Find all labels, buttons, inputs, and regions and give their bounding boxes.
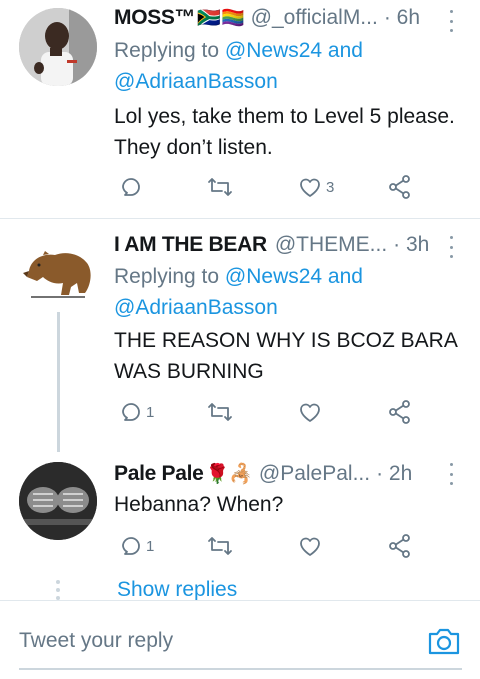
retweet-icon	[208, 537, 232, 555]
mention-link[interactable]: @AdriaanBasson	[114, 70, 278, 93]
like-button[interactable]: 3	[297, 172, 334, 202]
timestamp[interactable]: · 6h	[384, 6, 420, 30]
replying-to: Replying to @News24 and @AdriaanBasson	[114, 261, 363, 323]
tweet-actions: 1	[114, 397, 424, 427]
share-icon	[389, 534, 410, 558]
share-button[interactable]	[387, 531, 413, 561]
share-icon	[389, 175, 410, 199]
thread-line	[57, 312, 60, 452]
display-name[interactable]: MOSS™	[114, 6, 196, 30]
share-icon	[389, 400, 410, 424]
camera-icon	[428, 628, 460, 655]
reply-icon	[122, 537, 140, 555]
tweet-text-line: THE REASON WHY IS BCOZ BARA	[114, 329, 458, 352]
reply-count: 1	[146, 403, 155, 421]
tweet-actions: 1	[114, 531, 424, 561]
reply-icon	[122, 178, 140, 196]
like-count: 3	[326, 178, 335, 196]
share-button[interactable]	[387, 172, 413, 202]
person-photo-avatar-icon	[19, 8, 97, 86]
and-text: and	[322, 265, 363, 288]
replying-to: Replying to @News24 and @AdriaanBasson	[114, 35, 363, 97]
tweet-text-line: WAS BURNING	[114, 360, 264, 383]
retweet-button[interactable]	[207, 397, 236, 427]
reply-button[interactable]: 1	[119, 531, 154, 561]
avatar[interactable]	[19, 462, 97, 540]
show-replies-link[interactable]: Show replies	[117, 578, 237, 602]
heart-icon	[300, 178, 320, 197]
timestamp[interactable]: · 3h	[393, 233, 429, 257]
share-button[interactable]	[387, 397, 413, 427]
fists-photo-avatar-icon	[19, 462, 97, 540]
tweet-header: I AM THE BEAR @THEME... · 3h	[114, 233, 444, 263]
retweet-icon	[208, 403, 232, 421]
reply-button[interactable]	[119, 172, 146, 202]
retweet-button[interactable]	[207, 531, 236, 561]
heart-icon	[300, 537, 320, 556]
tweet-actions: 3	[114, 172, 424, 202]
name-emoji: 🌹🦂	[205, 464, 253, 485]
more-options-icon[interactable]	[447, 10, 455, 32]
more-options-icon[interactable]	[447, 463, 455, 485]
name-emoji: 🇿🇦🏳️‍🌈	[197, 8, 245, 29]
reply-input-underline	[19, 668, 462, 670]
tweet-header: Pale Pale 🌹🦂 @PalePal... · 2h	[114, 462, 444, 492]
tweet-text-line: They don’t listen.	[114, 136, 273, 159]
user-handle[interactable]: @PalePal...	[259, 462, 370, 486]
reply-button[interactable]: 1	[119, 397, 154, 427]
replying-prefix: Replying to	[114, 265, 225, 288]
tweet-header: MOSS™ 🇿🇦🏳️‍🌈 @_officialM... · 6h	[114, 6, 444, 36]
mention-link[interactable]: @News24	[225, 39, 322, 62]
tweet-text: Lol yes, take them to Level 5 please. Th…	[114, 101, 464, 163]
display-name[interactable]: Pale Pale	[114, 462, 204, 486]
tweet-text: THE REASON WHY IS BCOZ BARA WAS BURNING	[114, 325, 464, 387]
replying-prefix: Replying to	[114, 39, 225, 62]
retweet-icon	[208, 178, 232, 196]
avatar[interactable]	[19, 231, 97, 309]
thread-dots	[55, 580, 61, 600]
mention-link[interactable]: @AdriaanBasson	[114, 296, 278, 319]
mention-link[interactable]: @News24	[225, 265, 322, 288]
tweet-2[interactable]: I AM THE BEAR @THEME... · 3h Replying to…	[0, 219, 480, 449]
timestamp[interactable]: · 2h	[376, 462, 412, 486]
and-text: and	[322, 39, 363, 62]
tweet-text-line: Hebanna? When?	[114, 493, 284, 516]
reply-count: 1	[146, 537, 155, 555]
tweet-text-line: Lol yes, take them to Level 5 please.	[114, 105, 455, 128]
user-handle[interactable]: @THEME...	[275, 233, 387, 257]
display-name[interactable]: I AM THE BEAR	[114, 233, 267, 257]
like-button[interactable]	[297, 397, 326, 427]
avatar[interactable]	[19, 8, 97, 86]
heart-icon	[300, 403, 320, 422]
reply-icon	[122, 403, 140, 421]
tweet-3[interactable]: Pale Pale 🌹🦂 @PalePal... · 2h Hebanna? W…	[0, 450, 480, 580]
user-handle[interactable]: @_officialM...	[251, 6, 378, 30]
tweet-1[interactable]: MOSS™ 🇿🇦🏳️‍🌈 @_officialM... · 6h Replyin…	[0, 0, 480, 218]
like-button[interactable]	[297, 531, 326, 561]
retweet-button[interactable]	[207, 172, 236, 202]
bear-avatar-icon	[19, 231, 97, 309]
camera-button[interactable]	[427, 626, 461, 656]
tweet-text: Hebanna? When?	[114, 489, 464, 520]
more-options-icon[interactable]	[447, 236, 455, 258]
reply-input[interactable]: Tweet your reply	[19, 629, 173, 653]
